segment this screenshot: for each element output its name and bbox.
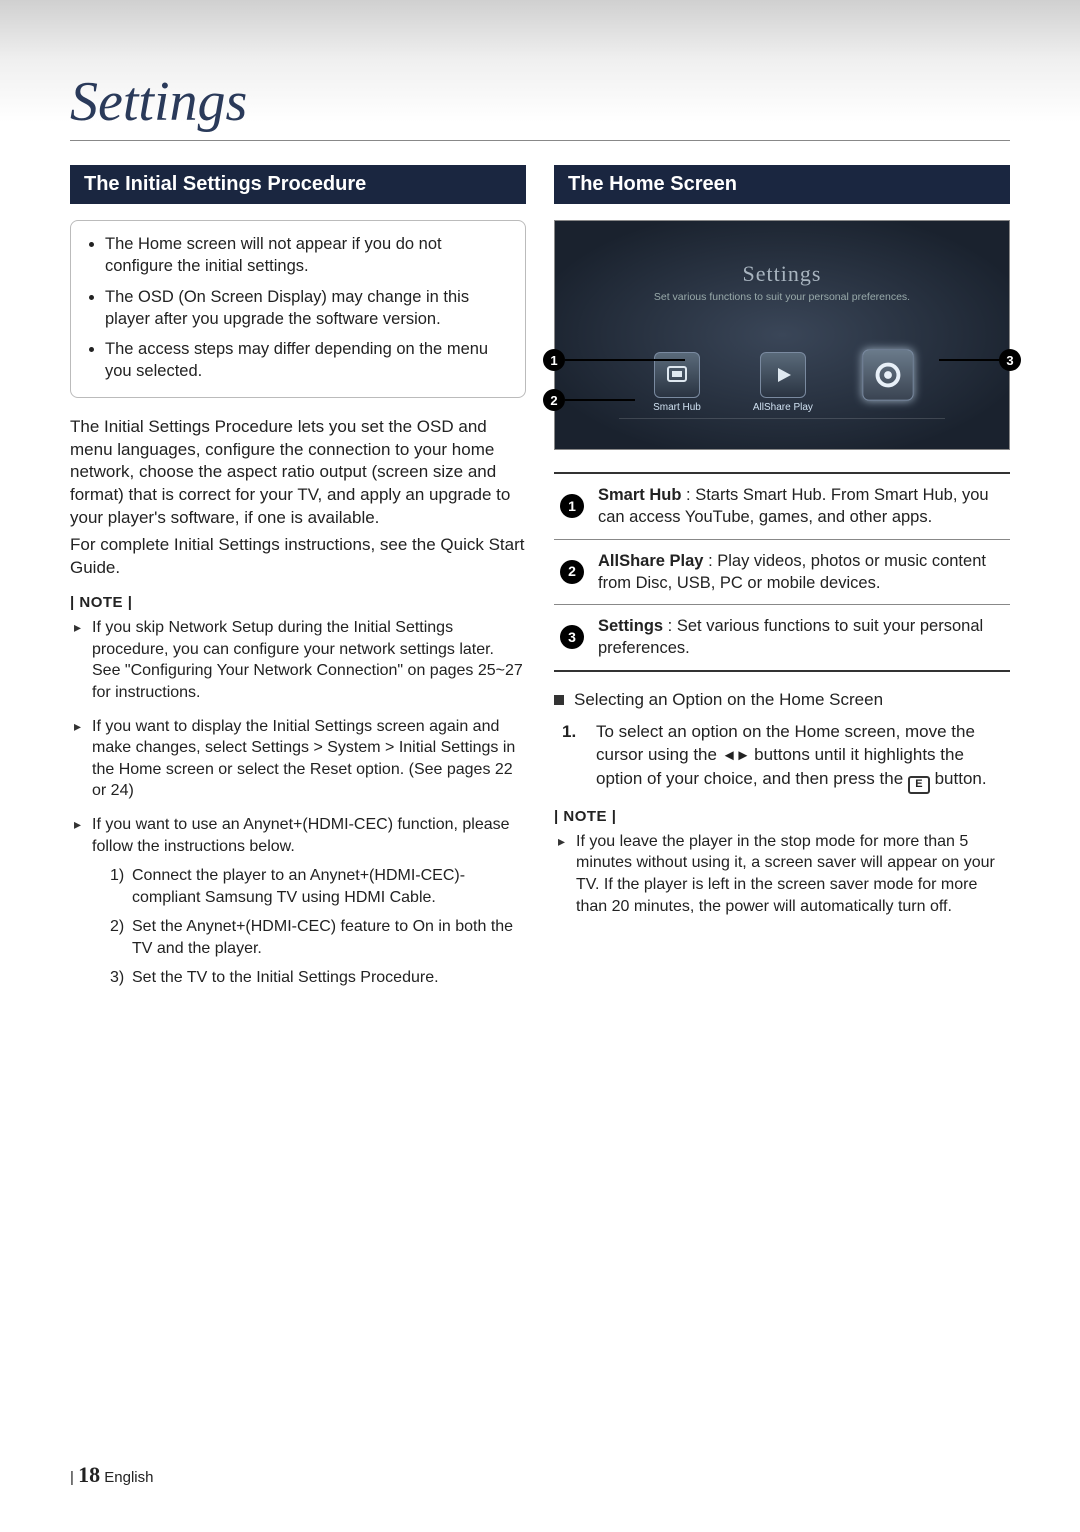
sub-step: 2)Set the Anynet+(HDMI-CEC) feature to O… [110, 916, 526, 959]
legend-term: Settings [598, 617, 663, 635]
legend-row: 1 Smart Hub : Starts Smart Hub. From Sma… [554, 474, 1010, 540]
callout-line [565, 359, 685, 361]
left-right-arrows-icon: ◄► [722, 747, 750, 764]
sub-step: 3)Set the TV to the Initial Settings Pro… [110, 967, 526, 989]
tv-settings-title: Settings [555, 221, 1009, 287]
body-paragraph: The Initial Settings Procedure lets you … [70, 416, 526, 531]
note-item: If you leave the player in the stop mode… [558, 831, 1010, 917]
dock-item-settings[interactable] [865, 352, 911, 413]
footer-divider: | [70, 1469, 74, 1486]
note-item: If you want to use an Anynet+(HDMI-CEC) … [74, 814, 526, 989]
note-item-text: If you want to use an Anynet+(HDMI-CEC) … [92, 816, 510, 855]
enter-button-icon: E [908, 776, 930, 794]
callout-line [565, 399, 635, 401]
note-label: | NOTE | [70, 594, 526, 611]
callout-2: 2 [543, 389, 565, 411]
left-column: The Initial Settings Procedure The Home … [70, 165, 526, 1001]
legend-number-icon: 1 [560, 494, 584, 518]
page-title: Settings [70, 70, 1010, 141]
note-item: If you want to display the Initial Setti… [74, 716, 526, 802]
page-number: 18 [78, 1462, 100, 1487]
tv-settings-subtitle: Set various functions to suit your perso… [555, 291, 1009, 303]
right-column: The Home Screen Settings Set various fun… [554, 165, 1010, 1001]
dock-label: AllShare Play [753, 402, 813, 413]
section-header-initial-settings: The Initial Settings Procedure [70, 165, 526, 204]
home-screen-illustration: Settings Set various functions to suit y… [554, 220, 1010, 450]
info-bullet: The access steps may differ depending on… [105, 338, 509, 383]
dock-divider [619, 418, 946, 419]
step-number: 1. [562, 720, 584, 794]
step-item: 1. To select an option on the Home scree… [562, 720, 1010, 794]
note-item: If you skip Network Setup during the Ini… [74, 617, 526, 703]
legend-term: Smart Hub [598, 486, 681, 504]
callout-3: 3 [999, 349, 1021, 371]
info-bullet: The Home screen will not appear if you d… [105, 233, 509, 278]
callout-line [939, 359, 999, 361]
note-label: | NOTE | [554, 808, 1010, 825]
page-footer: | 18 English [70, 1462, 153, 1488]
dock-item-smart-hub[interactable]: Smart Hub [653, 352, 701, 413]
subsection-heading: Selecting an Option on the Home Screen [554, 690, 1010, 710]
step-list: 1. To select an option on the Home scree… [554, 720, 1010, 794]
sub-step: 1)Connect the player to an Anynet+(HDMI-… [110, 865, 526, 908]
step-text: button. [930, 769, 987, 788]
callout-1: 1 [543, 349, 565, 371]
footer-language: English [104, 1469, 153, 1486]
legend-row: 2 AllShare Play : Play videos, photos or… [554, 540, 1010, 606]
dock: Smart Hub AllShare Play [555, 352, 1009, 413]
dock-item-allshare-play[interactable]: AllShare Play [753, 352, 813, 413]
dock-label: Smart Hub [653, 402, 701, 413]
info-bullet: The OSD (On Screen Display) may change i… [105, 286, 509, 331]
settings-gear-icon [862, 349, 914, 401]
legend-table: 1 Smart Hub : Starts Smart Hub. From Sma… [554, 472, 1010, 672]
section-header-home-screen: The Home Screen [554, 165, 1010, 204]
allshare-play-icon [760, 352, 806, 398]
legend-number-icon: 3 [560, 625, 584, 649]
legend-number-icon: 2 [560, 560, 584, 584]
legend-term: AllShare Play [598, 552, 703, 570]
body-paragraph: For complete Initial Settings instructio… [70, 534, 526, 580]
legend-row: 3 Settings : Set various functions to su… [554, 605, 1010, 670]
info-box: The Home screen will not appear if you d… [70, 220, 526, 398]
